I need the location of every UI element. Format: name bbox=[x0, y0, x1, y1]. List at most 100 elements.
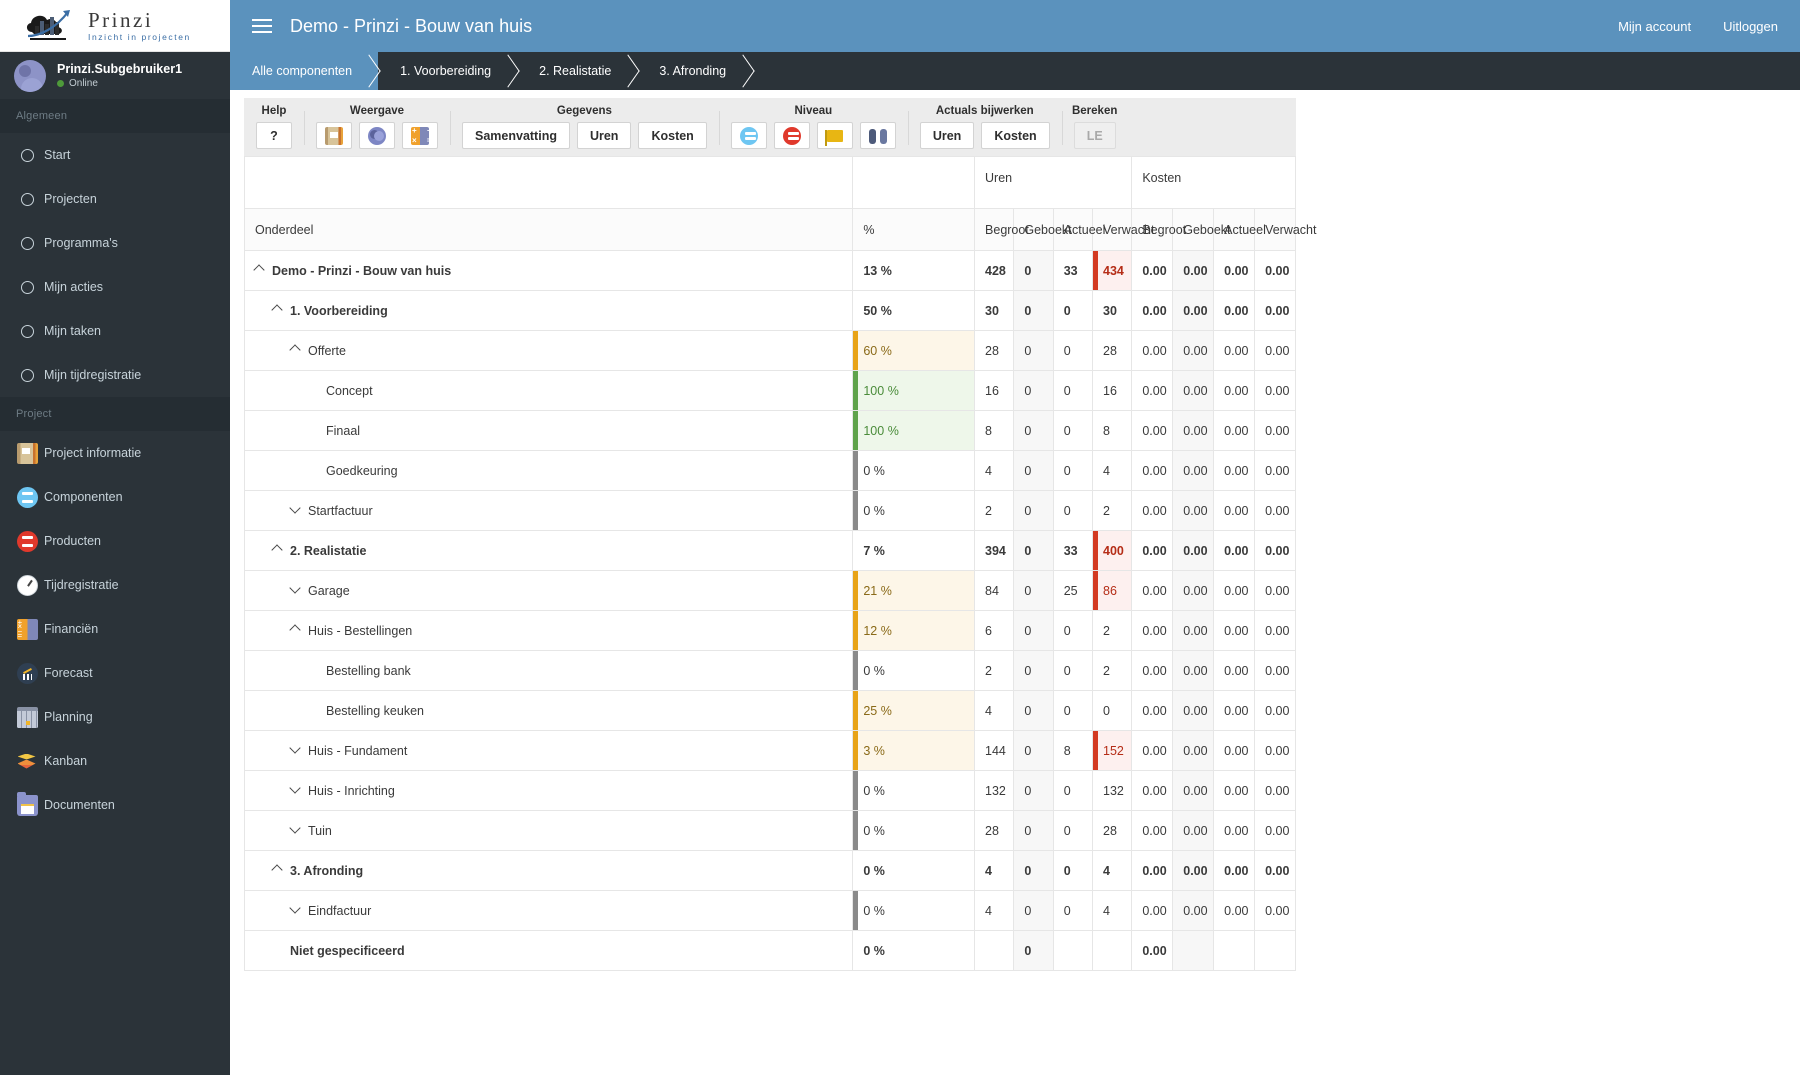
table-row[interactable]: Finaal 100 % 8 0 0 8 0.00 0.00 0.00 0.00 bbox=[243, 410, 1296, 451]
sidebar-item-producten[interactable]: Producten bbox=[0, 519, 230, 563]
cell-kosten-begroot[interactable]: 0.00 bbox=[1131, 450, 1174, 491]
cell-percentage[interactable]: 100 % bbox=[852, 410, 976, 451]
cell-kosten-geboekt[interactable]: 0.00 bbox=[1172, 330, 1215, 371]
cell-uren-begroot[interactable]: 394 bbox=[974, 530, 1015, 571]
breadcrumb-item-alle-componenten[interactable]: Alle componenten bbox=[230, 52, 379, 90]
cell-kosten-geboekt[interactable] bbox=[1172, 930, 1215, 971]
help-button[interactable]: ? bbox=[256, 122, 292, 149]
chevron-up-icon[interactable] bbox=[291, 344, 301, 354]
cell-uren-begroot[interactable]: 16 bbox=[974, 370, 1015, 411]
table-row[interactable]: 3. Afronding 0 % 4 0 0 4 0.00 0.00 0.00 0.00 bbox=[243, 850, 1296, 891]
cell-kosten-begroot[interactable]: 0.00 bbox=[1131, 290, 1174, 331]
cell-uren-begroot[interactable]: 144 bbox=[974, 730, 1015, 771]
cell-kosten-verwacht[interactable]: 0.00 bbox=[1254, 250, 1296, 291]
table-row[interactable]: Concept 100 % 16 0 0 16 0.00 0.00 0.00 0.00 bbox=[243, 370, 1296, 411]
cell-kosten-verwacht[interactable]: 0.00 bbox=[1254, 730, 1296, 771]
cell-kosten-geboekt[interactable]: 0.00 bbox=[1172, 810, 1215, 851]
table-row[interactable]: 2. Realistatie 7 % 394 0 33 400 0.00 0.00 0.00 0.… bbox=[243, 530, 1296, 571]
cell-kosten-verwacht[interactable]: 0.00 bbox=[1254, 690, 1296, 731]
table-row[interactable]: Bestelling bank 0 % 2 0 0 2 0.00 0.00 0.00 0.00 bbox=[243, 650, 1296, 691]
cell-uren-verwacht[interactable]: 4 bbox=[1092, 450, 1133, 491]
actuals-costs-button[interactable]: Kosten bbox=[981, 122, 1050, 149]
cell-uren-verwacht[interactable]: 2 bbox=[1092, 610, 1133, 651]
cell-percentage[interactable]: 13 % bbox=[852, 250, 976, 291]
chevron-down-icon[interactable] bbox=[291, 824, 301, 834]
column-header--1[interactable]: % bbox=[852, 208, 976, 251]
cell-kosten-geboekt[interactable]: 0.00 bbox=[1172, 610, 1215, 651]
table-row[interactable]: Huis - Inrichting 0 % 132 0 0 132 0.00 0.00 0.00… bbox=[243, 770, 1296, 811]
cell-uren-actueel[interactable]: 25 bbox=[1052, 570, 1094, 611]
cell-percentage[interactable]: 12 % bbox=[852, 610, 976, 651]
breadcrumb-item-2-realistatie[interactable]: 2. Realistatie bbox=[517, 52, 637, 90]
cell-uren-begroot[interactable]: 28 bbox=[974, 330, 1015, 371]
cell-uren-actueel[interactable]: 8 bbox=[1052, 730, 1094, 771]
cell-uren-begroot[interactable]: 8 bbox=[974, 410, 1015, 451]
cell-kosten-geboekt[interactable]: 0.00 bbox=[1172, 370, 1215, 411]
cell-kosten-actueel[interactable]: 0.00 bbox=[1213, 530, 1256, 571]
cell-uren-geboekt[interactable]: 0 bbox=[1013, 770, 1054, 811]
cell-kosten-actueel[interactable]: 0.00 bbox=[1213, 330, 1256, 371]
cell-uren-verwacht[interactable] bbox=[1092, 930, 1133, 971]
chevron-down-icon[interactable] bbox=[291, 504, 301, 514]
table-row[interactable]: 1. Voorbereiding 50 % 30 0 0 30 0.00 0.00 0.00 0.… bbox=[243, 290, 1296, 331]
cell-percentage[interactable]: 0 % bbox=[852, 890, 976, 931]
cell-uren-actueel[interactable]: 0 bbox=[1052, 410, 1094, 451]
cell-kosten-geboekt[interactable]: 0.00 bbox=[1172, 730, 1215, 771]
cell-kosten-verwacht[interactable]: 0.00 bbox=[1254, 570, 1296, 611]
cell-uren-geboekt[interactable]: 0 bbox=[1013, 890, 1054, 931]
table-row[interactable]: Startfactuur 0 % 2 0 0 2 0.00 0.00 0.00 0.00 bbox=[243, 490, 1296, 531]
chevron-up-icon[interactable] bbox=[273, 864, 283, 874]
cell-uren-verwacht[interactable]: 28 bbox=[1092, 810, 1133, 851]
cell-uren-geboekt[interactable]: 0 bbox=[1013, 810, 1054, 851]
cell-uren-begroot[interactable]: 132 bbox=[974, 770, 1015, 811]
cell-uren-actueel[interactable]: 0 bbox=[1052, 490, 1094, 531]
cell-uren-actueel[interactable]: 0 bbox=[1052, 650, 1094, 691]
cell-kosten-begroot[interactable]: 0.00 bbox=[1131, 650, 1174, 691]
chevron-down-icon[interactable] bbox=[291, 784, 301, 794]
cell-uren-geboekt[interactable]: 0 bbox=[1013, 690, 1054, 731]
table-row[interactable]: Huis - Bestellingen 12 % 6 0 0 2 0.00 0.00 0.00 0… bbox=[243, 610, 1296, 651]
cell-uren-geboekt[interactable]: 0 bbox=[1013, 930, 1054, 971]
view-resources-button[interactable] bbox=[359, 122, 395, 149]
chevron-up-icon[interactable] bbox=[255, 264, 265, 274]
cell-onderdeel[interactable]: Huis - Inrichting bbox=[243, 770, 854, 811]
cell-kosten-begroot[interactable]: 0.00 bbox=[1131, 730, 1174, 771]
cell-uren-verwacht[interactable]: 28 bbox=[1092, 330, 1133, 371]
cell-uren-actueel[interactable]: 0 bbox=[1052, 450, 1094, 491]
cell-uren-begroot[interactable]: 4 bbox=[974, 450, 1015, 491]
cell-uren-verwacht[interactable]: 4 bbox=[1092, 850, 1133, 891]
cell-uren-actueel[interactable] bbox=[1052, 930, 1094, 971]
table-row[interactable]: Eindfactuur 0 % 4 0 0 4 0.00 0.00 0.00 0.00 bbox=[243, 890, 1296, 931]
cell-percentage[interactable]: 60 % bbox=[852, 330, 976, 371]
cell-onderdeel[interactable]: 1. Voorbereiding bbox=[243, 290, 854, 331]
cell-uren-geboekt[interactable]: 0 bbox=[1013, 450, 1054, 491]
cell-onderdeel[interactable]: Tuin bbox=[243, 810, 854, 851]
cell-uren-verwacht[interactable]: 152 bbox=[1092, 730, 1133, 771]
level-products-button[interactable] bbox=[773, 122, 810, 149]
cell-uren-geboekt[interactable]: 0 bbox=[1013, 410, 1054, 451]
cell-kosten-actueel[interactable]: 0.00 bbox=[1213, 490, 1256, 531]
cell-onderdeel[interactable]: 3. Afronding bbox=[243, 850, 854, 891]
cell-onderdeel[interactable]: Huis - Fundament bbox=[243, 730, 854, 771]
cell-percentage[interactable]: 0 % bbox=[852, 490, 976, 531]
cell-onderdeel[interactable]: Concept bbox=[243, 370, 854, 411]
chevron-down-icon[interactable] bbox=[291, 584, 301, 594]
cell-kosten-begroot[interactable]: 0.00 bbox=[1131, 810, 1174, 851]
cell-uren-verwacht[interactable]: 16 bbox=[1092, 370, 1133, 411]
cell-uren-begroot[interactable]: 428 bbox=[974, 250, 1015, 291]
cell-onderdeel[interactable]: Goedkeuring bbox=[243, 450, 854, 491]
cell-uren-begroot[interactable]: 2 bbox=[974, 490, 1015, 531]
cell-kosten-actueel[interactable]: 0.00 bbox=[1213, 890, 1256, 931]
cell-kosten-begroot[interactable]: 0.00 bbox=[1131, 570, 1174, 611]
cell-percentage[interactable]: 7 % bbox=[852, 530, 976, 571]
cell-uren-geboekt[interactable]: 0 bbox=[1013, 250, 1054, 291]
cell-percentage[interactable]: 50 % bbox=[852, 290, 976, 331]
cell-percentage[interactable]: 0 % bbox=[852, 850, 976, 891]
my-account-link[interactable]: Mijn account bbox=[1618, 19, 1691, 34]
chevron-down-icon[interactable] bbox=[291, 904, 301, 914]
cell-uren-actueel[interactable]: 0 bbox=[1052, 770, 1094, 811]
cell-kosten-begroot[interactable]: 0.00 bbox=[1131, 770, 1174, 811]
cell-uren-verwacht[interactable]: 86 bbox=[1092, 570, 1133, 611]
cell-uren-begroot[interactable]: 2 bbox=[974, 650, 1015, 691]
cell-uren-verwacht[interactable]: 30 bbox=[1092, 290, 1133, 331]
